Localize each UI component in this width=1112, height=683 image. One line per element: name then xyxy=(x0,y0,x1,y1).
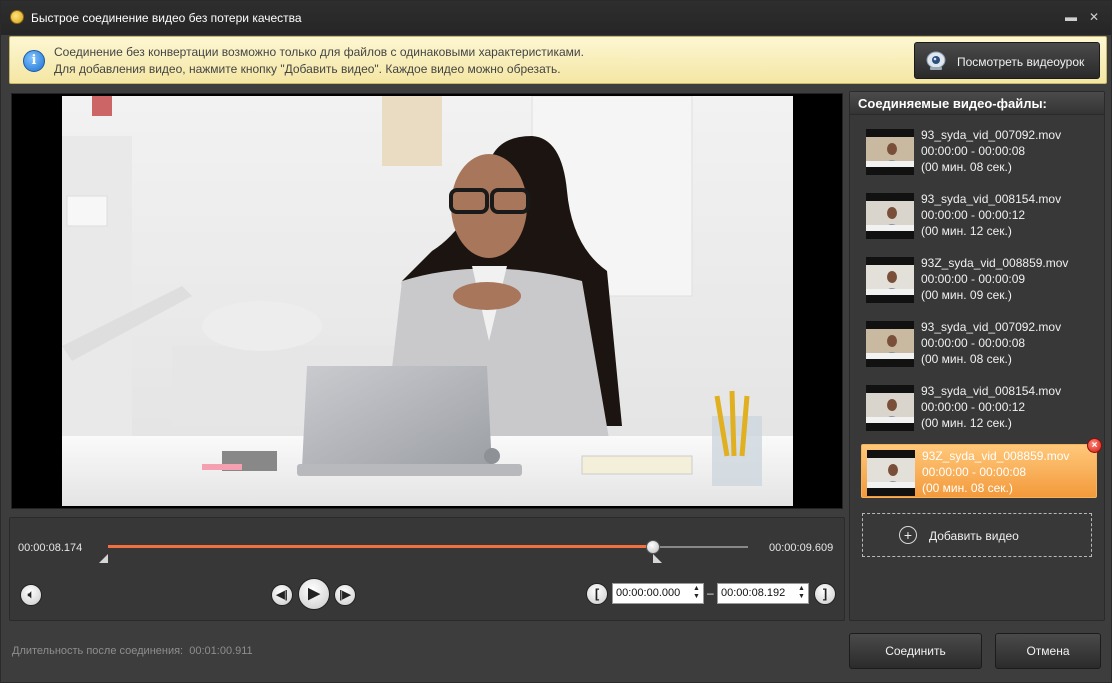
clip-duration: (00 мин. 08 сек.) xyxy=(921,352,1012,366)
clip-thumbnail-image xyxy=(867,458,915,488)
clip-item[interactable]: 93_syda_vid_008154.mov 00:00:00 - 00:00:1… xyxy=(861,380,1097,434)
clip-range: 00:00:00 - 00:00:12 xyxy=(921,400,1026,414)
clip-filename: 93_syda_vid_008154.mov xyxy=(921,384,1062,398)
clip-list-header: Соединяемые видео-файлы: xyxy=(850,92,1104,115)
watch-tutorial-button[interactable]: Посмотреть видеоурок xyxy=(914,42,1100,79)
add-video-button[interactable]: + Добавить видео xyxy=(862,513,1092,557)
step-back-icon: ◀| xyxy=(276,589,288,601)
clip-duration: (00 мин. 12 сек.) xyxy=(921,224,1012,238)
next-frame-button[interactable]: |▶ xyxy=(334,584,356,606)
clip-thumbnail xyxy=(867,450,915,496)
clip-item[interactable]: 93_syda_vid_008154.mov 00:00:00 - 00:00:1… xyxy=(861,188,1097,242)
trim-start-spinner-icon[interactable]: ▲ ▼ xyxy=(693,585,701,602)
info-icon: i xyxy=(23,50,45,72)
clip-range: 00:00:00 - 00:00:08 xyxy=(921,144,1026,158)
add-video-label: Добавить видео xyxy=(929,529,1019,543)
set-trim-end-button[interactable]: ] xyxy=(814,583,836,605)
clip-filename: 93_syda_vid_007092.mov xyxy=(921,128,1062,142)
video-preview xyxy=(11,93,843,509)
play-button[interactable]: ▶ xyxy=(298,578,330,610)
video-frame-image xyxy=(62,96,793,506)
clip-item[interactable]: 93Z_syda_vid_008859.mov 00:00:00 - 00:00:… xyxy=(861,438,1102,498)
trim-start-marker[interactable] xyxy=(99,554,108,563)
cancel-button[interactable]: Отмена xyxy=(995,633,1101,669)
total-duration: Длительность после соединения: 00:01:00.… xyxy=(12,645,253,657)
clip-duration: (00 мин. 09 сек.) xyxy=(921,288,1012,302)
watch-tutorial-label: Посмотреть видеоурок xyxy=(957,55,1085,69)
step-forward-icon: |▶ xyxy=(339,589,351,601)
clip-range: 00:00:00 - 00:00:08 xyxy=(921,336,1026,350)
timeline-progress xyxy=(108,545,653,548)
clip-filename: 93_syda_vid_007092.mov xyxy=(921,320,1062,334)
clip-range: 00:00:00 - 00:00:12 xyxy=(921,208,1026,222)
clip-thumbnail-image xyxy=(866,393,914,423)
clip-thumbnail-image xyxy=(866,329,914,359)
clip-duration: (00 мин. 08 сек.) xyxy=(921,160,1012,174)
plus-icon: + xyxy=(899,526,917,544)
volume-button[interactable]: 🔈︎ xyxy=(20,584,42,606)
clip-thumbnail-image xyxy=(866,137,914,167)
remove-clip-icon[interactable]: × xyxy=(1087,438,1102,453)
total-time: 00:00:09.609 xyxy=(769,542,834,554)
clip-range: 00:00:00 - 00:00:08 xyxy=(922,465,1027,479)
trim-end-input[interactable]: 00:00:08.192 ▲ ▼ xyxy=(717,583,809,604)
video-frame xyxy=(62,96,793,506)
play-icon: ▶ xyxy=(308,585,320,602)
clip-filename: 93Z_syda_vid_008859.mov xyxy=(922,449,1070,463)
clip-list-panel: Соединяемые видео-файлы: 93_syda_vid_007… xyxy=(849,91,1105,621)
clip-thumbnail xyxy=(866,257,914,303)
total-duration-label: Длительность после соединения: xyxy=(12,645,184,657)
info-line-2: Для добавления видео, нажмите кнопку "До… xyxy=(54,62,561,76)
player-controls: 00:00:08.174 00:00:09.609 🔈︎ ◀| ▶ |▶ [ 0… xyxy=(9,517,845,621)
bracket-right-icon: ] xyxy=(822,586,828,601)
clip-item[interactable]: 93Z_syda_vid_008859.mov 00:00:00 - 00:00:… xyxy=(861,252,1097,306)
trim-end-spinner-icon[interactable]: ▲ ▼ xyxy=(798,585,806,602)
clip-filename: 93Z_syda_vid_008859.mov xyxy=(921,256,1069,270)
clip-thumbnail xyxy=(866,385,914,431)
minimize-icon[interactable]: ▬ xyxy=(1064,10,1078,24)
trim-start-value: 00:00:00.000 xyxy=(616,587,681,599)
title-bar: Быстрое соединение видео без потери каче… xyxy=(1,1,1111,35)
join-button[interactable]: Соединить xyxy=(849,633,982,669)
clip-thumbnail xyxy=(866,193,914,239)
clip-thumbnail xyxy=(866,321,914,367)
clip-filename: 93_syda_vid_008154.mov xyxy=(921,192,1062,206)
trim-end-value: 00:00:08.192 xyxy=(721,587,786,599)
range-separator: – xyxy=(707,586,714,600)
clip-duration: (00 мин. 12 сек.) xyxy=(921,416,1012,430)
trim-end-marker[interactable] xyxy=(653,554,663,563)
bracket-left-icon: [ xyxy=(594,586,600,601)
clip-range: 00:00:00 - 00:00:09 xyxy=(921,272,1026,286)
clip-thumbnail-image xyxy=(866,201,914,231)
total-duration-value: 00:01:00.911 xyxy=(189,645,253,657)
clip-thumbnail-image xyxy=(866,265,914,295)
playhead-handle[interactable] xyxy=(645,540,660,554)
trim-start-input[interactable]: 00:00:00.000 ▲ ▼ xyxy=(612,583,704,604)
close-icon[interactable]: ✕ xyxy=(1087,10,1101,24)
window-title: Быстрое соединение видео без потери каче… xyxy=(31,11,302,25)
prev-frame-button[interactable]: ◀| xyxy=(271,584,293,606)
webcam-icon xyxy=(926,51,946,70)
info-line-1: Соединение без конвертации возможно толь… xyxy=(54,45,584,59)
current-time: 00:00:08.174 xyxy=(18,542,83,554)
clip-duration: (00 мин. 08 сек.) xyxy=(922,481,1013,495)
clip-thumbnail xyxy=(866,129,914,175)
info-banner: i Соединение без конвертации возможно то… xyxy=(9,36,1107,84)
set-trim-start-button[interactable]: [ xyxy=(586,583,608,605)
app-window: Быстрое соединение видео без потери каче… xyxy=(0,0,1112,683)
clip-item[interactable]: 93_syda_vid_007092.mov 00:00:00 - 00:00:0… xyxy=(861,124,1097,178)
clip-item[interactable]: 93_syda_vid_007092.mov 00:00:00 - 00:00:0… xyxy=(861,316,1097,370)
speaker-icon: 🔈︎ xyxy=(27,589,35,601)
app-logo-icon xyxy=(10,10,24,24)
